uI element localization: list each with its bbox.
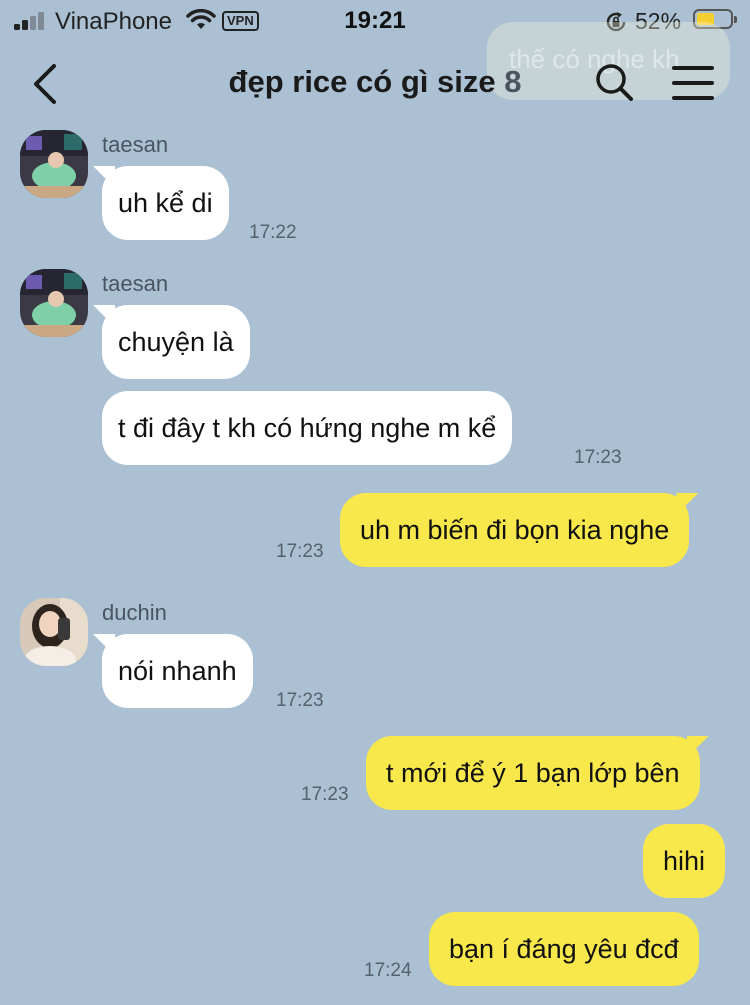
message-timestamp: 17:22 (249, 222, 297, 243)
sender-name: taesan (102, 271, 169, 296)
message-text: hihi (663, 846, 706, 876)
chat-title[interactable]: đẹp rice có gì size 8 (0, 64, 750, 100)
message-text: bạn í đáng yêu đcđ (449, 934, 679, 964)
outgoing-message-bubble[interactable]: t mới để ý 1 bạn lớp bên (366, 736, 709, 810)
message-text: t mới để ý 1 bạn lớp bên (386, 758, 680, 788)
chat-header: đẹp rice có gì size 8 (0, 42, 750, 126)
message-timestamp: 17:23 (276, 690, 324, 711)
outgoing-message-bubble[interactable]: uh m biến đi bọn kia nghe (340, 493, 699, 567)
message-timestamp: 17:24 (364, 960, 412, 981)
message-text: t đi đây t kh có hứng nghe m kể (118, 413, 497, 443)
incoming-message-bubble[interactable]: uh kể di (93, 166, 229, 240)
member-count: 8 (504, 64, 522, 99)
outgoing-message-bubble[interactable]: bạn í đáng yêu đcđ (429, 912, 699, 986)
outgoing-message-bubble[interactable]: hihi (643, 824, 726, 898)
message-text: chuyện là (118, 327, 234, 357)
avatar-duchin[interactable] (20, 598, 88, 666)
chat-name: đẹp rice có gì size (228, 64, 496, 99)
incoming-message-bubble[interactable]: nói nhanh (93, 634, 253, 708)
sender-name: duchin (102, 600, 167, 625)
message-text: nói nhanh (118, 656, 237, 686)
menu-icon[interactable] (672, 66, 714, 100)
incoming-message-bubble[interactable]: chuyện là (93, 305, 250, 379)
message-timestamp: 17:23 (301, 784, 349, 805)
message-text: uh m biến đi bọn kia nghe (360, 515, 670, 545)
avatar-taesan[interactable] (20, 269, 88, 337)
message-timestamp: 17:23 (574, 447, 622, 468)
avatar-taesan[interactable] (20, 130, 88, 198)
message-timestamp: 17:23 (276, 541, 324, 562)
message-text: uh kể di (118, 188, 213, 218)
sender-name: taesan (102, 132, 169, 157)
incoming-message-bubble[interactable]: t đi đây t kh có hứng nghe m kể (102, 391, 513, 465)
search-icon[interactable] (592, 60, 636, 104)
